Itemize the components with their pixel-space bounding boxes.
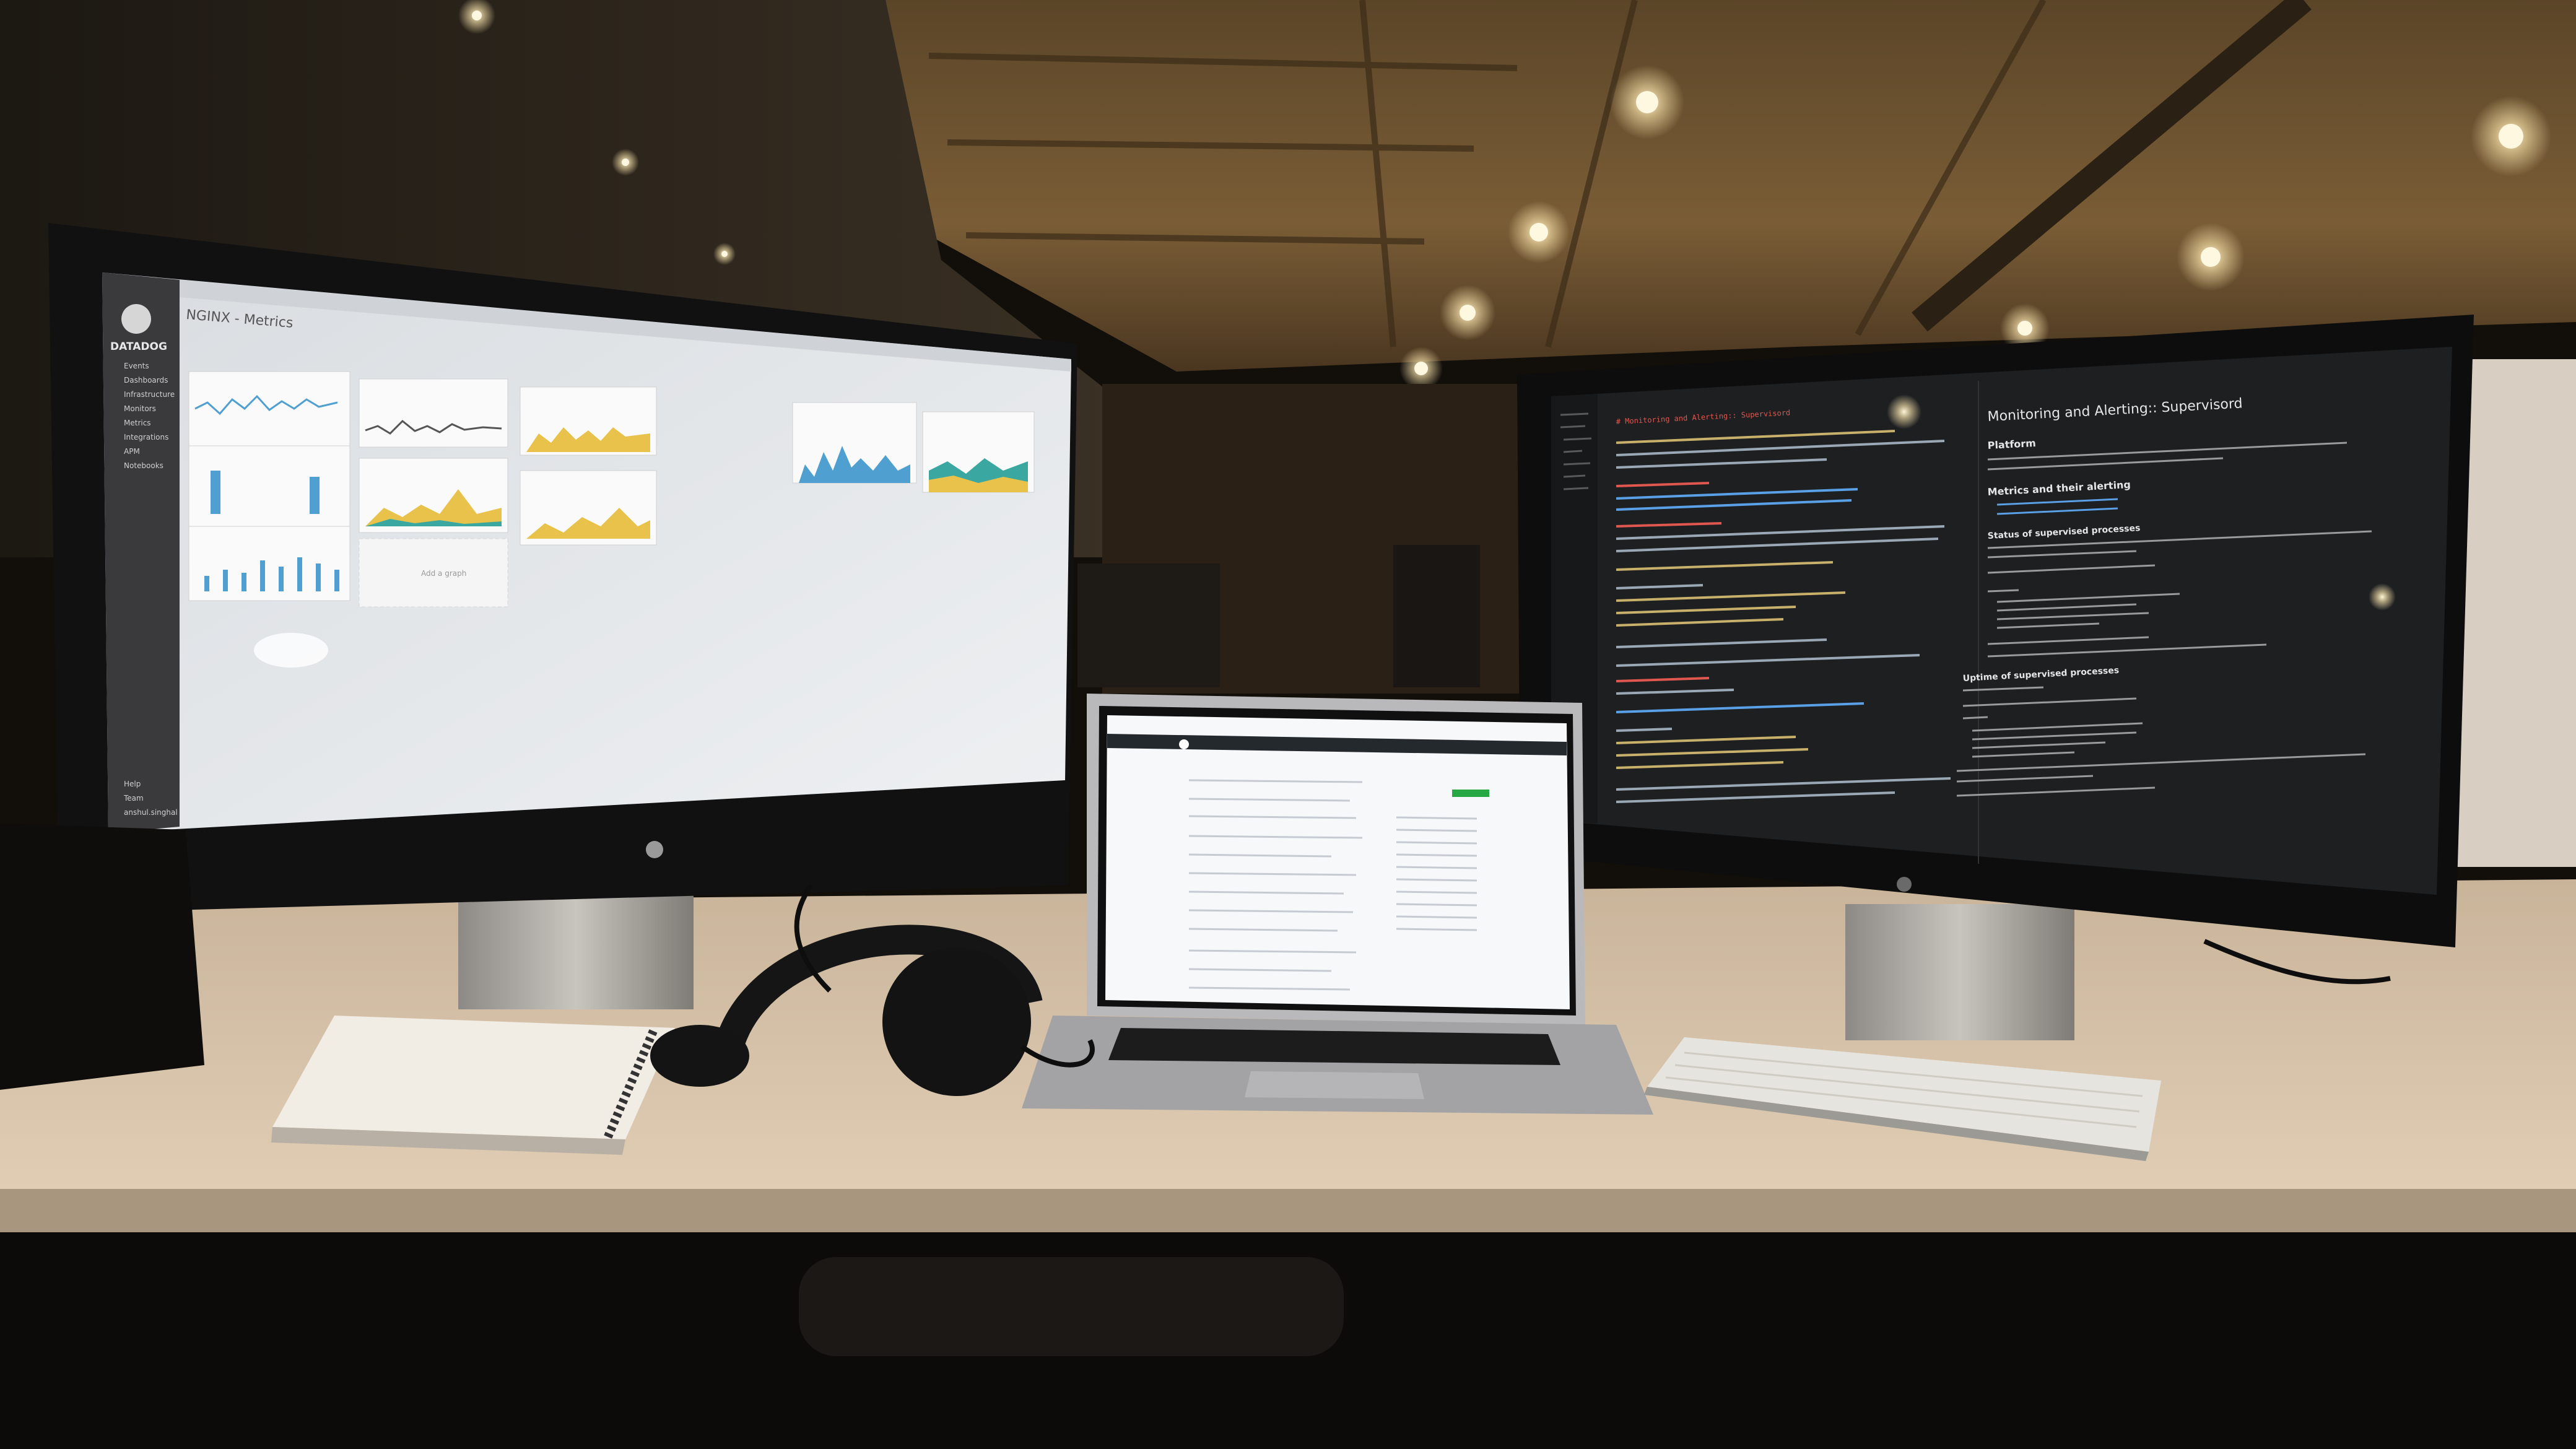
distant-monitor [1077,564,1220,687]
widget-bar-2 [188,526,350,601]
apple-logo-icon-right [1897,877,1912,892]
nav-user[interactable]: anshul.singhal [124,808,178,817]
datadog-logo-text: DATADOG [110,341,167,353]
editor-screen [1551,347,2452,895]
widget-line-1 [188,371,350,453]
nav-help[interactable]: Help [124,780,141,788]
desk-photo: DATADOG Events Dashboards Infrastructure… [0,0,2576,1449]
github-green-button[interactable] [1452,790,1489,797]
right-monitor-stand [1845,904,2074,1040]
notebook [271,1016,675,1155]
add-graph-label[interactable]: Add a graph [421,569,466,578]
github-logo-icon [1179,739,1189,749]
nav-events[interactable]: Events [124,362,149,370]
laptop-trackpad [1245,1071,1424,1099]
nav-notebooks[interactable]: Notebooks [124,461,163,470]
apple-logo-icon [646,841,663,858]
nav-metrics[interactable]: Metrics [124,419,151,427]
nav-monitors[interactable]: Monitors [124,404,156,413]
left-foreground-object [0,824,204,1090]
nav-infrastructure[interactable]: Infrastructure [124,390,175,399]
chair-back [799,1257,1344,1356]
nav-integrations[interactable]: Integrations [124,433,168,442]
desk-edge [0,1189,2576,1232]
ceiling [886,0,2576,372]
distant-cabinet [1393,545,1480,687]
laptop-keyboard [1108,1028,1560,1065]
screen-glare [254,633,328,668]
github-screen [1105,715,1570,1009]
datadog-logo-icon [121,304,151,334]
nav-dashboards[interactable]: Dashboards [124,376,168,385]
laptop-base [1022,1016,1653,1115]
nav-team[interactable]: Team [123,794,144,803]
laptop [1022,694,1653,1115]
reflected-light-2 [1887,394,1921,429]
widget-line-2 [359,378,508,448]
reflected-light [2369,583,2396,611]
photo-canvas: DATADOG Events Dashboards Infrastructure… [0,0,2576,1449]
nav-apm[interactable]: APM [124,447,140,456]
datadog-sidebar [102,272,180,833]
